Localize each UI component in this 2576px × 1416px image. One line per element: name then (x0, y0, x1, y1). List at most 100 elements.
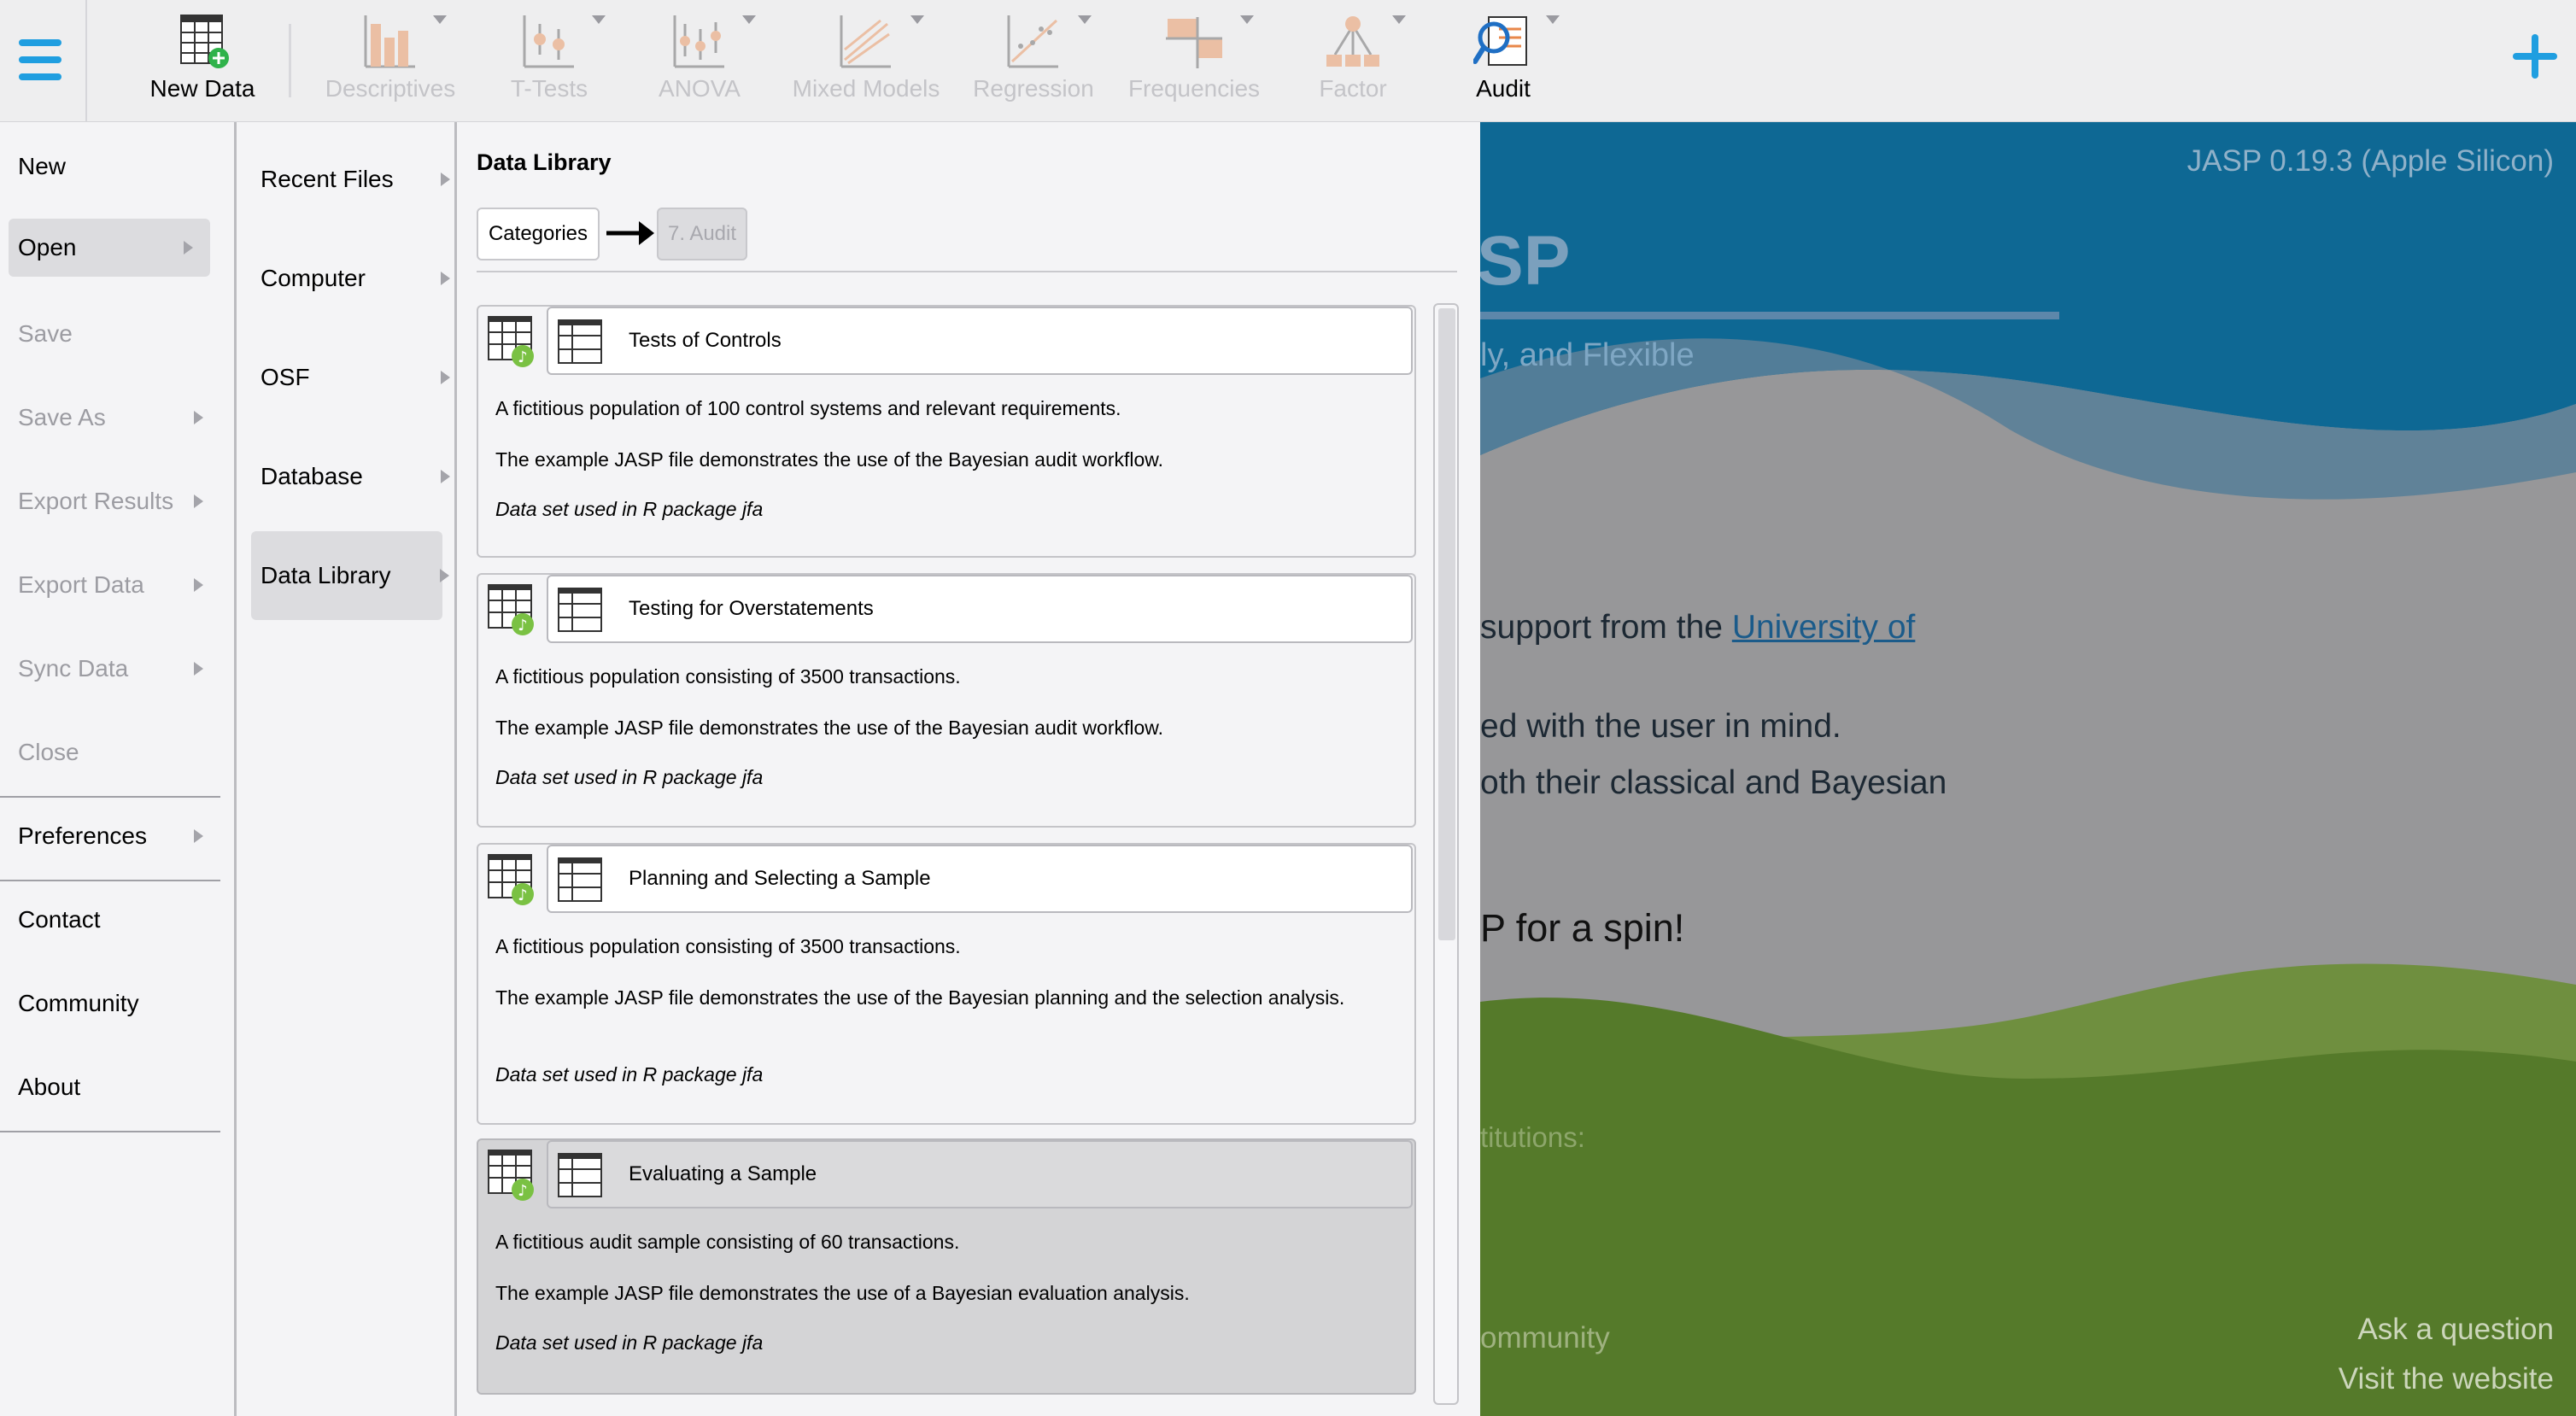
chevron-down-icon (1392, 15, 1406, 24)
community-link[interactable]: ommunity (1480, 1321, 1610, 1355)
mixed-models-icon (840, 15, 891, 68)
open-submenu: Recent Files Computer OSF Database Data … (239, 122, 457, 1416)
anova-icon (673, 15, 724, 68)
dataset-name: Testing for Overstatements (629, 597, 874, 620)
data-table-icon (558, 588, 602, 632)
frequencies-button[interactable]: Frequencies (1117, 0, 1271, 122)
jasp-logo-text: SP (1480, 222, 1571, 300)
menu-item-about[interactable]: About (0, 1058, 220, 1116)
data-table-icon (558, 319, 602, 364)
dataset-open-button[interactable]: Planning and Selecting a Sample (547, 845, 1413, 913)
dataset-source: Data set used in R package jfa (495, 498, 764, 520)
t-tests-label: T-Tests (510, 75, 588, 102)
svg-text:♪: ♪ (518, 886, 528, 904)
submenu-item-osf[interactable]: OSF (239, 333, 457, 422)
jasp-file-icon[interactable]: ♪ (487, 853, 536, 906)
regression-button[interactable]: Regression (957, 0, 1110, 122)
menu-item-preferences[interactable]: Preferences (0, 807, 220, 865)
descriptives-label: Descriptives (325, 75, 456, 102)
jasp-file-icon[interactable]: ♪ (487, 315, 536, 368)
submenu-item-database[interactable]: Database (239, 432, 457, 521)
vertical-scrollbar[interactable] (1433, 303, 1459, 1405)
audit-button[interactable]: Audit (1426, 0, 1580, 122)
dataset-card: ♪ Tests of Controls A fictitious populat… (477, 305, 1416, 558)
chevron-down-icon (1240, 15, 1254, 24)
arrow-right-icon (606, 221, 654, 245)
menu-item-save-as[interactable]: Save As (0, 389, 220, 447)
new-data-button[interactable]: New Data (126, 0, 279, 122)
t-tests-button[interactable]: T-Tests (472, 0, 626, 122)
factor-button[interactable]: Factor (1276, 0, 1430, 122)
toolbar-separator (289, 24, 291, 97)
audit-label: Audit (1476, 75, 1531, 102)
jasp-file-icon[interactable]: ♪ (487, 1149, 536, 1202)
chevron-down-icon (1078, 15, 1092, 24)
dataset-open-button[interactable]: Tests of Controls (547, 307, 1413, 375)
audit-icon (1473, 16, 1527, 66)
spin-text: P for a spin! (1480, 906, 1685, 950)
anova-label: ANOVA (659, 75, 741, 102)
chevron-right-icon (441, 173, 450, 186)
ask-question-link[interactable]: Ask a question (2357, 1313, 2554, 1347)
frequencies-label: Frequencies (1127, 75, 1261, 102)
visit-website-link[interactable]: Visit the website (2339, 1362, 2554, 1396)
menu-item-new[interactable]: New (0, 138, 220, 196)
mixed-models-label: Mixed Models (792, 75, 940, 102)
tagline: ly, and Flexible (1480, 337, 1695, 373)
breadcrumb-categories-button[interactable]: Categories (477, 208, 600, 260)
submenu-item-recent-files[interactable]: Recent Files (239, 135, 457, 224)
chevron-down-icon (433, 15, 447, 24)
dataset-card: ♪ Planning and Selecting a Sample A fict… (477, 843, 1416, 1125)
support-text: support from the University of (1480, 609, 1916, 646)
version-label: JASP 0.19.3 (Apple Silicon) (2187, 144, 2554, 178)
submenu-item-data-library[interactable]: Data Library (251, 531, 449, 620)
menu-item-export-data[interactable]: Export Data (0, 556, 220, 614)
dataset-open-button[interactable]: Testing for Overstatements (547, 575, 1413, 643)
dataset-source: Data set used in R package jfa (495, 1063, 764, 1085)
dataset-name: Tests of Controls (629, 329, 782, 352)
intro-text-line: oth their classical and Bayesian (1480, 764, 1947, 801)
chevron-right-icon (194, 411, 203, 424)
submenu-item-computer[interactable]: Computer (239, 234, 457, 323)
file-menu: New Open Save Save As Export Results Exp… (0, 122, 237, 1416)
hamburger-menu-button[interactable] (0, 0, 87, 122)
dataset-name: Evaluating a Sample (629, 1162, 817, 1185)
mixed-models-button[interactable]: Mixed Models (789, 0, 943, 122)
breadcrumb-current: 7. Audit (657, 208, 747, 260)
chevron-right-icon (194, 578, 203, 592)
dataset-source: Data set used in R package jfa (495, 1331, 764, 1354)
dataset-description: A fictitious population consisting of 35… (495, 665, 961, 688)
svg-text:♪: ♪ (518, 1182, 528, 1200)
menu-divider (0, 796, 220, 798)
panel-title: Data Library (477, 149, 612, 175)
dataset-card: ♪ Evaluating a Sample A fictitious audit… (477, 1138, 1416, 1395)
dataset-open-button[interactable]: Evaluating a Sample (547, 1140, 1413, 1208)
menu-item-community[interactable]: Community (0, 974, 220, 1033)
menu-item-contact[interactable]: Contact (0, 891, 220, 949)
regression-icon (1007, 15, 1058, 68)
dataset-example-note: The example JASP file demonstrates the u… (495, 448, 1163, 471)
dataset-example-note: The example JASP file demonstrates the u… (495, 717, 1163, 739)
descriptives-button[interactable]: Descriptives (313, 0, 467, 122)
anova-button[interactable]: ANOVA (623, 0, 776, 122)
dataset-example-note: The example JASP file demonstrates the u… (495, 986, 1345, 1009)
scrollbar-thumb[interactable] (1438, 308, 1455, 940)
jasp-file-icon[interactable]: ♪ (487, 583, 536, 636)
dataset-name: Planning and Selecting a Sample (629, 867, 931, 890)
menu-item-open[interactable]: Open (9, 219, 210, 277)
new-data-icon (180, 15, 229, 68)
menu-item-export-results[interactable]: Export Results (0, 472, 220, 530)
chevron-down-icon (592, 15, 606, 24)
menu-item-sync-data[interactable]: Sync Data (0, 640, 220, 698)
university-link[interactable]: University of (1732, 609, 1916, 646)
menu-item-close[interactable]: Close (0, 723, 220, 781)
frequencies-icon (1166, 17, 1222, 68)
new-data-label: New Data (149, 75, 255, 102)
chevron-down-icon (742, 15, 756, 24)
welcome-page: JASP 0.19.3 (Apple Silicon) SP ly, and F… (1480, 122, 2576, 1416)
menu-item-save[interactable]: Save (0, 305, 220, 363)
chevron-right-icon (440, 569, 449, 582)
data-table-icon (558, 857, 602, 902)
dataset-description: A fictitious population of 100 control s… (495, 397, 1121, 419)
add-module-plus-icon[interactable] (2511, 32, 2559, 80)
